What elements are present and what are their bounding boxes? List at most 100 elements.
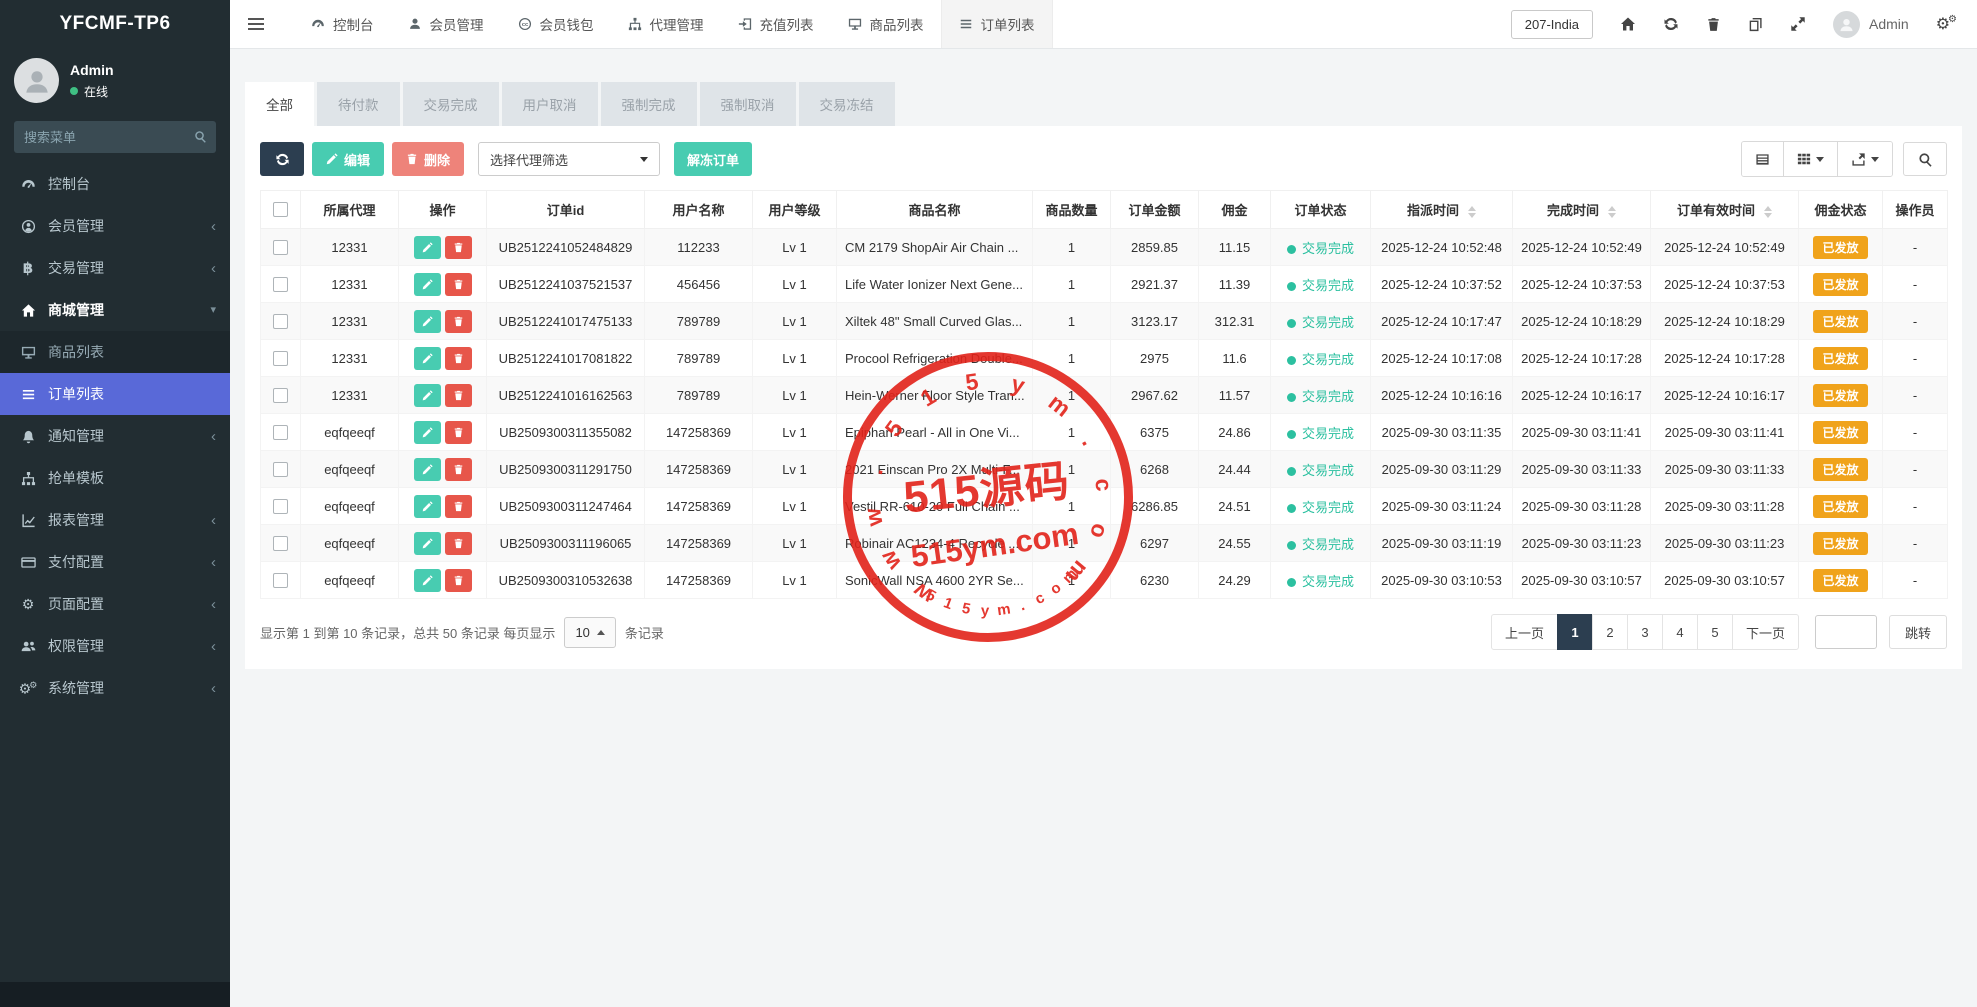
pagination-next[interactable]: 下一页 — [1732, 614, 1799, 650]
row-edit-button[interactable] — [414, 458, 441, 481]
fullscreen-icon[interactable] — [1790, 16, 1806, 32]
orders-table-body: 12331UB2512241052484829112233Lv 1CM 2179… — [261, 229, 1948, 599]
copy-icon[interactable] — [1748, 17, 1763, 32]
row-edit-button[interactable] — [414, 236, 441, 259]
row-edit-button[interactable] — [414, 310, 441, 333]
home-icon[interactable] — [1620, 16, 1636, 32]
row-checkbox[interactable] — [273, 573, 288, 588]
sidebar-item-system[interactable]: ⚙⚙系统管理‹ — [0, 667, 230, 709]
checkbox[interactable] — [273, 202, 288, 217]
search-icon[interactable] — [194, 130, 207, 143]
pagination-prev[interactable]: 上一页 — [1491, 614, 1558, 650]
sidebar-item-page-config[interactable]: ⚙页面配置‹ — [0, 583, 230, 625]
row-checkbox[interactable] — [273, 314, 288, 329]
table-search-button[interactable] — [1903, 142, 1947, 176]
row-checkbox[interactable] — [273, 388, 288, 403]
sort-icon[interactable] — [1608, 206, 1616, 218]
row-delete-button[interactable] — [445, 347, 472, 370]
row-checkbox[interactable] — [273, 351, 288, 366]
sidebar-item-trade[interactable]: ฿交易管理‹ — [0, 247, 230, 289]
page-jump-input[interactable] — [1815, 615, 1877, 649]
topnav-item-order-list[interactable]: 订单列表 — [941, 0, 1053, 48]
row-delete-button[interactable] — [445, 569, 472, 592]
agent-filter-select[interactable]: 选择代理筛选 — [478, 142, 660, 176]
column-header[interactable]: 完成时间 — [1513, 191, 1651, 229]
row-edit-button[interactable] — [414, 495, 441, 518]
avatar — [14, 58, 59, 103]
topnav-item-members[interactable]: 会员管理 — [391, 0, 501, 48]
row-checkbox[interactable] — [273, 462, 288, 477]
row-edit-button[interactable] — [414, 384, 441, 407]
row-edit-button[interactable] — [414, 532, 441, 555]
pagination-page-5[interactable]: 5 — [1697, 614, 1733, 650]
page-jump-button[interactable]: 跳转 — [1889, 615, 1947, 649]
row-checkbox[interactable] — [273, 277, 288, 292]
row-delete-button[interactable] — [445, 384, 472, 407]
topnav-item-goods-list[interactable]: 商品列表 — [831, 0, 941, 48]
sidebar-item-mall[interactable]: 商城管理▾ — [0, 289, 230, 331]
tab-all[interactable]: 全部 — [245, 82, 314, 126]
refresh-icon[interactable] — [1663, 16, 1679, 32]
row-checkbox[interactable] — [273, 499, 288, 514]
sidebar-item-grab-template[interactable]: 抢单模板 — [0, 457, 230, 499]
pagination-page-3[interactable]: 3 — [1627, 614, 1663, 650]
region-selector[interactable]: 207-India — [1511, 10, 1593, 39]
admin-menu[interactable]: Admin — [1833, 11, 1909, 38]
row-edit-button[interactable] — [414, 569, 441, 592]
sidebar-search-input[interactable] — [14, 121, 216, 153]
topnav-item-recharge-list[interactable]: 充值列表 — [721, 0, 831, 48]
sidebar-item-notice[interactable]: 通知管理‹ — [0, 415, 230, 457]
toggle-view-button[interactable] — [1742, 142, 1784, 176]
row-delete-button[interactable] — [445, 310, 472, 333]
tab-force-complete[interactable]: 强制完成 — [601, 82, 697, 126]
page-size-select[interactable]: 10 — [564, 617, 615, 648]
export-button[interactable] — [1838, 142, 1892, 176]
trash-icon[interactable] — [1706, 17, 1721, 32]
orders-panel: 编辑 删除 选择代理筛选 解冻订单 — [245, 126, 1962, 669]
edit-button[interactable]: 编辑 — [312, 142, 384, 176]
pagination-page-4[interactable]: 4 — [1662, 614, 1698, 650]
pagination-page-1[interactable]: 1 — [1557, 614, 1593, 650]
row-delete-button[interactable] — [445, 236, 472, 259]
sidebar-item-dashboard[interactable]: 控制台 — [0, 163, 230, 205]
tab-completed[interactable]: 交易完成 — [403, 82, 499, 126]
row-delete-button[interactable] — [445, 458, 472, 481]
row-edit-button[interactable] — [414, 273, 441, 296]
row-delete-button[interactable] — [445, 495, 472, 518]
pagination-page-2[interactable]: 2 — [1592, 614, 1628, 650]
sort-icon[interactable] — [1764, 206, 1772, 218]
row-checkbox[interactable] — [273, 425, 288, 440]
sidebar-item-report[interactable]: 报表管理‹ — [0, 499, 230, 541]
hamburger-menu-icon[interactable] — [230, 0, 282, 48]
select-all-checkbox[interactable] — [261, 191, 301, 229]
sort-icon[interactable] — [1468, 206, 1476, 218]
settings-gears-icon[interactable]: ⚙⚙ — [1936, 14, 1957, 34]
sidebar-item-order-list[interactable]: 订单列表 — [0, 373, 230, 415]
columns-button[interactable] — [1784, 142, 1838, 176]
delete-button[interactable]: 删除 — [392, 142, 464, 176]
row-checkbox[interactable] — [273, 240, 288, 255]
cell-commission-status: 已发放 — [1799, 377, 1883, 414]
sidebar-item-goods-list[interactable]: 商品列表 — [0, 331, 230, 373]
row-delete-button[interactable] — [445, 532, 472, 555]
row-edit-button[interactable] — [414, 421, 441, 444]
topnav-item-member-wallet[interactable]: 会员钱包 — [501, 0, 611, 48]
column-header[interactable]: 订单有效时间 — [1651, 191, 1799, 229]
tab-frozen[interactable]: 交易冻结 — [799, 82, 895, 126]
tab-force-cancel[interactable]: 强制取消 — [700, 82, 796, 126]
refresh-button[interactable] — [260, 142, 304, 176]
column-header[interactable]: 指派时间 — [1371, 191, 1513, 229]
row-delete-button[interactable] — [445, 273, 472, 296]
unfreeze-order-button[interactable]: 解冻订单 — [674, 142, 752, 176]
row-checkbox[interactable] — [273, 536, 288, 551]
topnav-item-agents[interactable]: 代理管理 — [611, 0, 721, 48]
sidebar-item-members[interactable]: 会员管理‹ — [0, 205, 230, 247]
cell-commission-status: 已发放 — [1799, 525, 1883, 562]
row-delete-button[interactable] — [445, 421, 472, 444]
tab-user-cancel[interactable]: 用户取消 — [502, 82, 598, 126]
sidebar-item-payment-config[interactable]: 支付配置‹ — [0, 541, 230, 583]
row-edit-button[interactable] — [414, 347, 441, 370]
tab-pending-pay[interactable]: 待付款 — [317, 82, 400, 126]
topnav-item-dashboard[interactable]: 控制台 — [294, 0, 391, 48]
sidebar-item-permission[interactable]: 权限管理‹ — [0, 625, 230, 667]
